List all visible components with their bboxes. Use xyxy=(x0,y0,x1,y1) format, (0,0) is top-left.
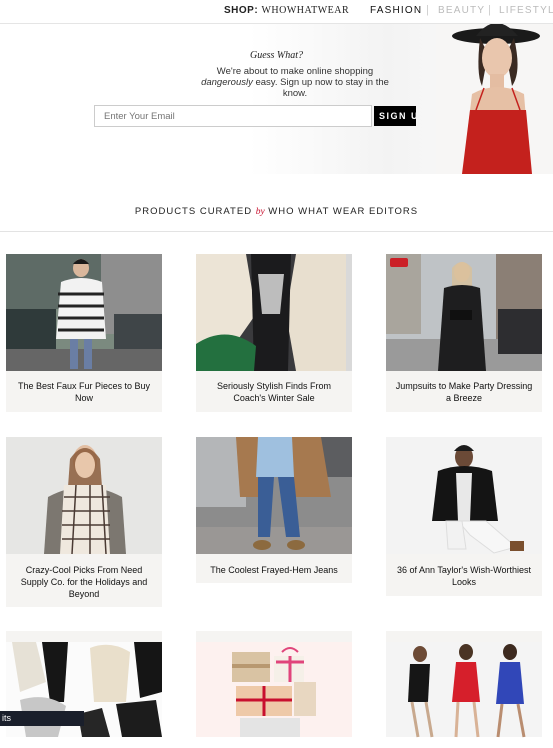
nav-separator: | xyxy=(488,4,491,16)
card-caption[interactable]: Crazy-Cool Picks From Need Supply Co. fo… xyxy=(12,564,156,600)
card-caption[interactable]: 36 of Ann Taylor's Wish-Worthiest Looks xyxy=(392,564,536,588)
brand-shop: SHOP: xyxy=(224,5,259,16)
product-card[interactable]: Seriously Stylish Finds From Coach's Win… xyxy=(196,254,352,412)
nav-lifestyle[interactable]: LIFESTYLE xyxy=(499,5,553,16)
card-image xyxy=(386,254,542,371)
card-image xyxy=(196,437,352,554)
card-image xyxy=(386,642,542,738)
product-card[interactable] xyxy=(386,631,542,738)
model-photo xyxy=(436,24,553,174)
brand-logo[interactable]: SHOP: WHOWHATWEAR xyxy=(224,5,349,16)
section-title-by: by xyxy=(255,207,265,217)
nav-beauty[interactable]: BEAUTY xyxy=(438,5,485,16)
corner-tag[interactable]: its xyxy=(0,711,84,726)
product-card[interactable]: 36 of Ann Taylor's Wish-Worthiest Looks xyxy=(386,437,542,596)
sign-up-button[interactable]: SIGN UP xyxy=(374,106,416,126)
card-caption[interactable]: Seriously Stylish Finds From Coach's Win… xyxy=(202,380,346,404)
product-card[interactable]: Crazy-Cool Picks From Need Supply Co. fo… xyxy=(6,437,162,607)
product-card[interactable] xyxy=(196,631,352,737)
card-image xyxy=(196,642,352,737)
hero-subtitle: We're about to make online shopping dang… xyxy=(190,66,400,99)
card-image xyxy=(6,437,162,554)
section-title-pre: PRODUCTS CURATED xyxy=(134,206,256,217)
hero-line-1: We're about to make online shopping xyxy=(216,66,374,77)
card-image xyxy=(386,437,542,554)
product-card[interactable]: The Coolest Frayed-Hem Jeans xyxy=(196,437,352,583)
top-bar: SHOP: WHOWHATWEAR FASHION | BEAUTY | LIF… xyxy=(0,0,553,24)
brand-name: WHOWHATWEAR xyxy=(261,5,350,16)
signup-hero: Guess What? We're about to make online s… xyxy=(0,24,553,174)
card-image xyxy=(6,642,162,737)
nav-separator: | xyxy=(426,4,429,16)
divider xyxy=(0,231,553,232)
hero-line-2-italic: dangerously xyxy=(201,77,253,88)
pin-it-button[interactable] xyxy=(390,258,408,267)
card-caption[interactable]: The Coolest Frayed-Hem Jeans xyxy=(202,564,346,576)
nav-fashion[interactable]: FASHION xyxy=(370,5,422,16)
section-title: PRODUCTS CURATED by WHO WHAT WEAR EDITOR… xyxy=(0,206,553,217)
email-input[interactable] xyxy=(94,105,372,127)
product-card[interactable]: Jumpsuits to Make Party Dressing a Breez… xyxy=(386,254,542,412)
card-caption[interactable]: Jumpsuits to Make Party Dressing a Breez… xyxy=(392,380,536,404)
card-image xyxy=(196,254,352,371)
card-image xyxy=(6,254,162,371)
section-title-post: WHO WHAT WEAR EDITORS xyxy=(264,206,419,217)
card-caption[interactable]: The Best Faux Fur Pieces to Buy Now xyxy=(12,380,156,404)
product-card[interactable]: The Best Faux Fur Pieces to Buy Now xyxy=(6,254,162,412)
hero-line-2: easy. Sign up now to stay in the know. xyxy=(252,77,389,99)
